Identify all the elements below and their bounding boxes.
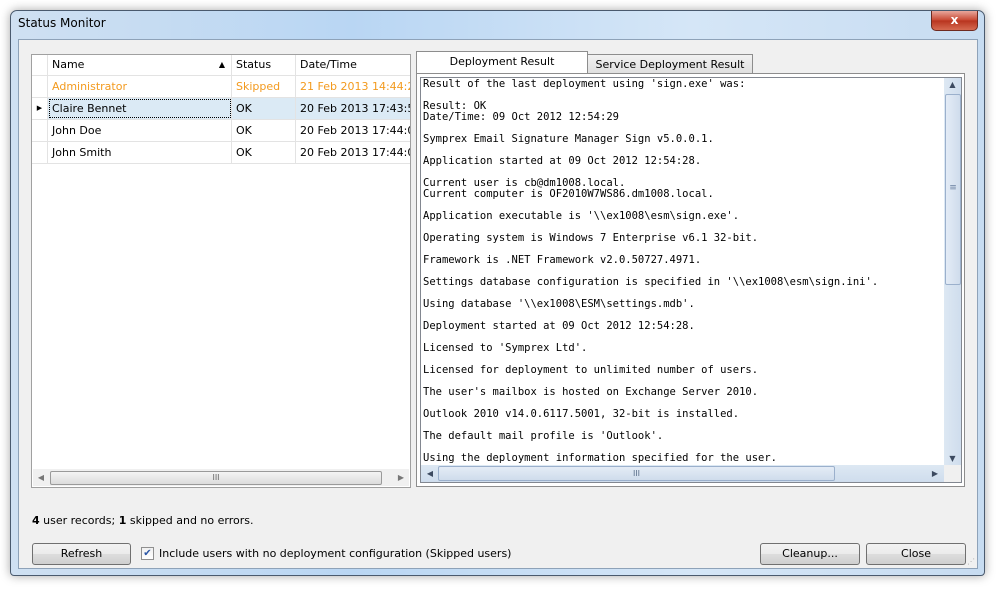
log-line: Using database '\\ex1008\ESM\settings.md… xyxy=(423,298,695,310)
log-line: Application started at 09 Oct 2012 12:54… xyxy=(423,155,702,167)
cell-datetime: 20 Feb 2013 17:44:04 xyxy=(300,124,410,137)
scroll-right-icon[interactable]: ▶ xyxy=(928,465,942,482)
row-header[interactable] xyxy=(32,76,48,97)
row-header[interactable] xyxy=(32,142,48,163)
skipped-text: skipped and no errors. xyxy=(126,514,254,527)
column-header-datetime[interactable]: Date/Time xyxy=(296,55,410,75)
row-header[interactable] xyxy=(32,120,48,141)
close-button[interactable]: Close xyxy=(866,543,966,565)
scrollbar-corner xyxy=(944,465,961,482)
log-line: Operating system is Windows 7 Enterprise… xyxy=(423,232,759,244)
log-line: Outlook 2010 v14.0.6117.5001, 32-bit is … xyxy=(423,408,740,420)
column-name-label: Name xyxy=(52,58,85,71)
grid-scroll-thumb[interactable]: III xyxy=(50,471,382,485)
log-line: Using the deployment information specifi… xyxy=(423,452,778,464)
user-count: 4 xyxy=(32,514,40,527)
tab-service-deployment-result[interactable]: Service Deployment Result xyxy=(587,54,753,73)
scroll-right-icon[interactable]: ▶ xyxy=(393,469,409,486)
grip-icon: ≡ xyxy=(949,183,957,193)
cell-status: OK xyxy=(232,98,296,119)
cell-name: John Smith xyxy=(48,142,232,163)
deployment-log-text: Result of the last deployment using 'sig… xyxy=(423,79,940,464)
include-skipped-users-checkbox[interactable]: ✔ Include users with no deployment confi… xyxy=(141,547,511,560)
cell-datetime: 20 Feb 2013 17:43:59 xyxy=(296,98,410,119)
scroll-left-icon[interactable]: ◀ xyxy=(33,469,49,486)
cell-status: OK xyxy=(232,142,296,163)
scroll-left-icon[interactable]: ◀ xyxy=(423,465,437,482)
cell-name: John Doe xyxy=(48,120,232,141)
window-title: Status Monitor xyxy=(18,16,106,30)
status-monitor-window: Status Monitor x Name ▲ Status Date/Time… xyxy=(10,10,985,576)
resize-grip-icon[interactable]: ⋰ xyxy=(967,557,975,566)
log-line: Result of the last deployment using 'sig… xyxy=(423,79,746,90)
user-count-text: user records; xyxy=(39,514,119,527)
deployment-log-textbox[interactable]: Result of the last deployment using 'sig… xyxy=(420,77,962,483)
cell-datetime: 20 Feb 2013 17:44:07 xyxy=(300,146,410,159)
scroll-down-icon[interactable]: ▼ xyxy=(944,454,961,463)
close-icon: x xyxy=(950,13,959,27)
table-row[interactable]: John Doe OK 20 Feb 2013 17:44:04 xyxy=(32,120,410,142)
log-line: Application executable is '\\ex1008\esm\… xyxy=(423,210,740,222)
cleanup-button[interactable]: Cleanup... xyxy=(760,543,860,565)
current-row-icon[interactable]: ▶ xyxy=(32,98,48,119)
cell-datetime: 21 Feb 2013 14:44:26 xyxy=(300,80,410,93)
deployment-result-panel: Result of the last deployment using 'sig… xyxy=(416,73,965,487)
log-line: The default mail profile is 'Outlook'. xyxy=(423,430,664,442)
row-header-column xyxy=(32,55,48,75)
cell-status: OK xyxy=(232,120,296,141)
sort-ascending-icon: ▲ xyxy=(218,60,225,69)
log-line: Settings database configuration is speci… xyxy=(423,276,879,288)
log-horizontal-thumb[interactable]: III xyxy=(438,466,835,481)
log-line: Symprex Email Signature Manager Sign v5.… xyxy=(423,133,714,145)
cell-name: Claire Bennet xyxy=(48,98,232,119)
grip-icon: III xyxy=(632,469,641,478)
grid-horizontal-scrollbar[interactable]: ◀ III ▶ xyxy=(33,469,409,486)
log-vertical-scrollbar[interactable]: ▲ ≡ ▼ xyxy=(944,78,961,465)
log-horizontal-scrollbar[interactable]: ◀ III ▶ xyxy=(421,465,944,482)
log-blank-line xyxy=(423,90,940,101)
grip-icon: III xyxy=(212,473,220,482)
scroll-up-icon[interactable]: ▲ xyxy=(944,80,961,89)
table-row[interactable]: Administrator Skipped 21 Feb 2013 14:44:… xyxy=(32,76,410,98)
log-line: The user's mailbox is hosted on Exchange… xyxy=(423,386,759,398)
log-line: Deployment started at 09 Oct 2012 12:54:… xyxy=(423,320,695,332)
log-line: Date/Time: 09 Oct 2012 12:54:29 xyxy=(423,111,619,123)
cell-status: Skipped xyxy=(232,76,296,97)
table-row[interactable]: ▶ Claire Bennet OK 20 Feb 2013 17:43:59 xyxy=(32,98,410,120)
log-vertical-thumb[interactable]: ≡ xyxy=(945,94,961,285)
tab-deployment-result[interactable]: Deployment Result xyxy=(416,51,588,73)
table-row[interactable]: John Smith OK 20 Feb 2013 17:44:07 xyxy=(32,142,410,164)
grid-header: Name ▲ Status Date/Time xyxy=(32,55,410,76)
window-close-button[interactable]: x xyxy=(931,11,978,31)
log-line: Framework is .NET Framework v2.0.50727.4… xyxy=(423,254,702,266)
log-line: Licensed for deployment to unlimited num… xyxy=(423,364,759,376)
dialog-client-area: Name ▲ Status Date/Time Administrator Sk… xyxy=(18,39,978,569)
cell-name: Administrator xyxy=(48,76,232,97)
log-line: Current computer is OF2010W7WS86.dm1008.… xyxy=(423,188,714,200)
column-header-status[interactable]: Status xyxy=(232,55,296,75)
column-header-name[interactable]: Name ▲ xyxy=(48,55,232,75)
checkbox-checked-icon[interactable]: ✔ xyxy=(141,547,154,560)
refresh-button[interactable]: Refresh xyxy=(32,543,131,565)
user-grid: Name ▲ Status Date/Time Administrator Sk… xyxy=(31,54,411,488)
log-line: Licensed to 'Symprex Ltd'. xyxy=(423,342,588,354)
status-summary: 4 user records; 1 skipped and no errors. xyxy=(32,514,254,527)
include-skipped-users-label[interactable]: Include users with no deployment configu… xyxy=(159,547,511,560)
